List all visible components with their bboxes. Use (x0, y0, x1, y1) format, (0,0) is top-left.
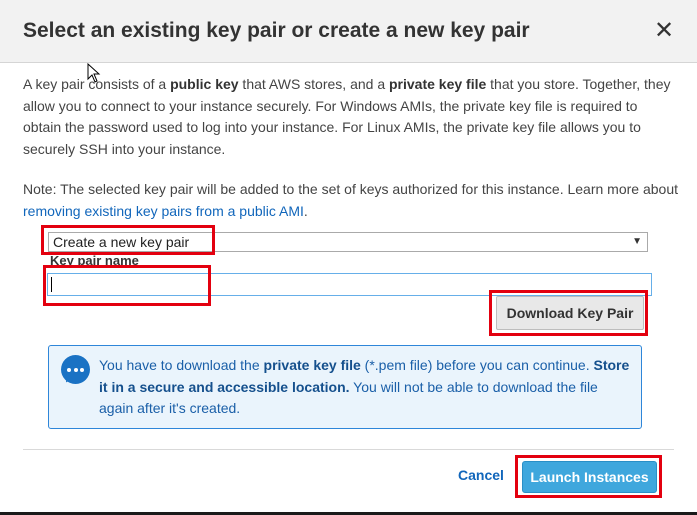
dropdown-arrow-icon: ▼ (632, 236, 642, 247)
info-text-1: private key file (263, 357, 361, 373)
modal-title: Select an existing key pair or create a … (23, 19, 530, 42)
note-paragraph: Note: The selected key pair will be adde… (23, 179, 678, 222)
intro-text-2: that AWS stores, and a (238, 76, 389, 92)
info-text-2: (*.pem file) before you can continue. (360, 357, 594, 373)
key-pair-name-input[interactable] (47, 273, 652, 296)
note-suffix: . (303, 202, 308, 219)
info-message: You have to download the private key fil… (99, 355, 634, 420)
modal-header: Select an existing key pair or create a … (0, 0, 697, 63)
intro-text-3: private key file (389, 76, 487, 92)
key-pair-option-select[interactable]: Create a new key pair ▼ (48, 232, 648, 252)
cancel-button[interactable]: Cancel (458, 467, 504, 483)
note-text: Note: The selected key pair will be adde… (23, 181, 679, 197)
select-value: Create a new key pair (53, 234, 190, 250)
intro-text-1: public key (170, 76, 239, 92)
footer-divider (23, 449, 674, 450)
download-key-pair-button[interactable]: Download Key Pair (496, 296, 644, 330)
remove-keys-link[interactable]: removing existing key pairs from a publi… (23, 203, 304, 219)
chat-bubble-icon (61, 355, 90, 385)
key-pair-name-label: Key pair name (50, 253, 139, 268)
intro-text-0: A key pair consists of a (23, 76, 171, 92)
info-alert: You have to download the private key fil… (48, 345, 642, 429)
text-caret (51, 277, 52, 292)
intro-paragraph: A key pair consists of a public key that… (23, 74, 678, 160)
launch-instances-button[interactable]: Launch Instances (522, 461, 657, 493)
info-text-0: You have to download the (99, 357, 264, 373)
close-icon[interactable]: ✕ (652, 16, 676, 46)
